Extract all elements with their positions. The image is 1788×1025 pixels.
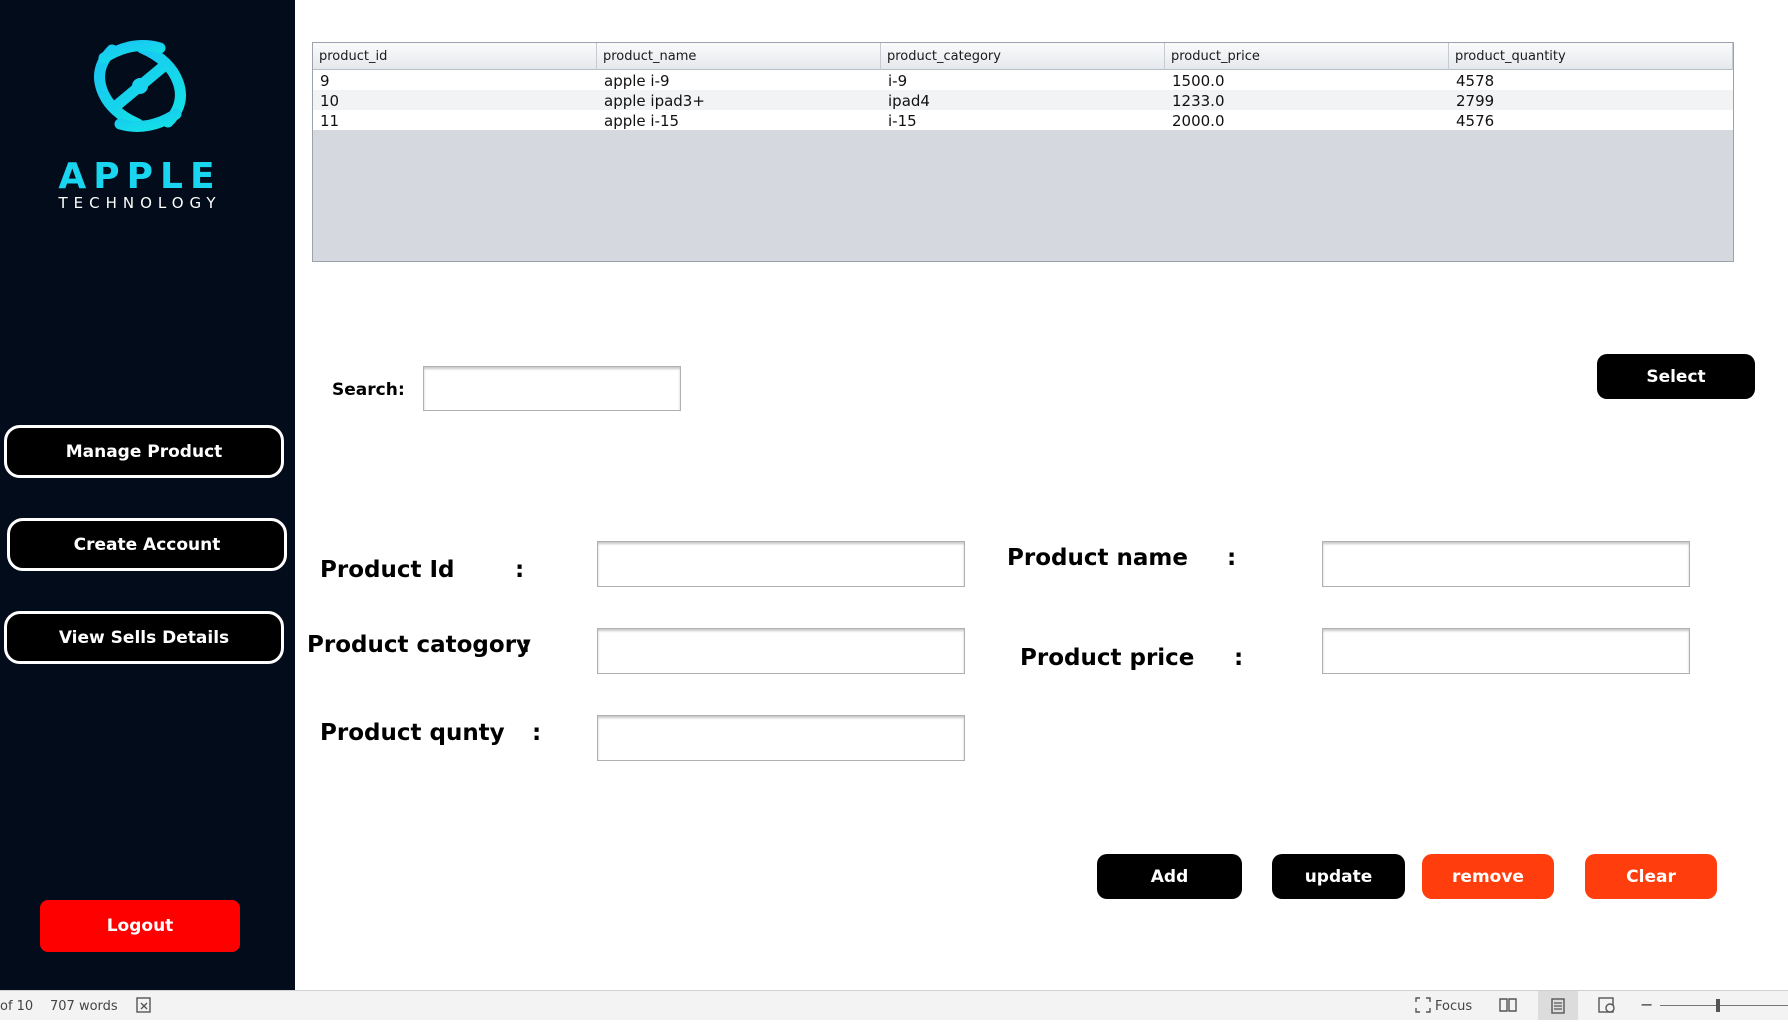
- table-cell: apple ipad3+: [604, 92, 705, 110]
- atom-logo-icon: [94, 40, 186, 132]
- logout-button[interactable]: Logout: [40, 900, 240, 952]
- status-bar: of 10 707 words Focus −: [0, 990, 1788, 1020]
- manage-product-button[interactable]: Manage Product: [4, 425, 284, 478]
- zoom-out-icon[interactable]: −: [1640, 995, 1653, 1014]
- column-header[interactable]: product_name: [597, 43, 881, 70]
- product-quantity-label: Product qunty: [320, 720, 505, 746]
- table-body: 9 apple i-9 i-9 1500.0 4578 10 apple ipa…: [313, 70, 1733, 130]
- search-label: Search: [332, 380, 398, 400]
- web-layout-icon[interactable]: [1597, 996, 1617, 1018]
- update-button[interactable]: update: [1272, 854, 1405, 899]
- table-cell: 2000.0: [1172, 112, 1225, 130]
- product-category-label: Product catogory: [307, 632, 532, 658]
- product-category-input[interactable]: [597, 628, 965, 674]
- table-cell: i-9: [888, 72, 908, 90]
- add-button[interactable]: Add: [1097, 854, 1242, 899]
- product-name-colon: :: [1227, 545, 1237, 571]
- column-header[interactable]: product_id: [313, 43, 597, 70]
- product-id-label: Product Id: [320, 557, 455, 583]
- table-header: product_id product_name product_category…: [313, 43, 1733, 70]
- table-cell: apple i-9: [604, 72, 670, 90]
- table-row[interactable]: 9 apple i-9 i-9 1500.0 4578: [313, 70, 1733, 90]
- table-cell: 1500.0: [1172, 72, 1225, 90]
- proofing-icon[interactable]: [135, 996, 153, 1018]
- brand-logo: APPLE TECHNOLOGY: [40, 28, 240, 228]
- product-table[interactable]: product_id product_name product_category…: [312, 42, 1734, 262]
- column-header[interactable]: product_price: [1165, 43, 1449, 70]
- zoom-slider[interactable]: [1660, 1005, 1788, 1006]
- product-price-colon: :: [1234, 645, 1244, 671]
- table-cell: 4578: [1456, 72, 1495, 90]
- brand-title: APPLE: [58, 156, 222, 197]
- brand-subtitle: TECHNOLOGY: [58, 194, 222, 212]
- search-input[interactable]: [423, 366, 681, 411]
- clear-button[interactable]: Clear: [1585, 854, 1717, 899]
- search-colon: :: [398, 380, 405, 400]
- print-layout-icon[interactable]: [1538, 991, 1578, 1020]
- table-cell: i-15: [888, 112, 917, 130]
- column-header[interactable]: product_quantity: [1449, 43, 1733, 70]
- create-account-button[interactable]: Create Account: [7, 518, 287, 571]
- select-button[interactable]: Select: [1597, 354, 1755, 399]
- zoom-slider-thumb[interactable]: [1716, 999, 1720, 1012]
- product-price-label: Product price: [1020, 645, 1195, 671]
- product-quantity-colon: :: [532, 720, 542, 746]
- table-cell: 1233.0: [1172, 92, 1225, 110]
- table-cell: 9: [320, 72, 330, 90]
- table-row[interactable]: 11 apple i-15 i-15 2000.0 4576: [313, 110, 1733, 130]
- product-category-colon: :: [521, 632, 531, 658]
- focus-label[interactable]: Focus: [1435, 999, 1472, 1014]
- sidebar: APPLE TECHNOLOGY Manage Product Create A…: [0, 0, 295, 990]
- table-row[interactable]: 10 apple ipad3+ ipad4 1233.0 2799: [313, 90, 1733, 110]
- table-cell: apple i-15: [604, 112, 680, 130]
- product-id-input[interactable]: [597, 541, 965, 587]
- product-name-label: Product name: [1007, 545, 1188, 571]
- page-count[interactable]: of 10: [0, 999, 33, 1014]
- table-cell: 4576: [1456, 112, 1495, 130]
- remove-button[interactable]: remove: [1422, 854, 1554, 899]
- product-id-colon: :: [515, 557, 525, 583]
- product-quantity-input[interactable]: [597, 715, 965, 761]
- focus-icon[interactable]: [1414, 996, 1432, 1018]
- product-name-input[interactable]: [1322, 541, 1690, 587]
- word-count[interactable]: 707 words: [50, 999, 118, 1014]
- read-mode-icon[interactable]: [1498, 996, 1518, 1018]
- product-price-input[interactable]: [1322, 628, 1690, 674]
- table-cell: 11: [320, 112, 340, 130]
- view-sells-details-button[interactable]: View Sells Details: [4, 611, 284, 664]
- column-header[interactable]: product_category: [881, 43, 1165, 70]
- table-cell: 10: [320, 92, 340, 110]
- table-cell: 2799: [1456, 92, 1495, 110]
- table-cell: ipad4: [888, 92, 930, 110]
